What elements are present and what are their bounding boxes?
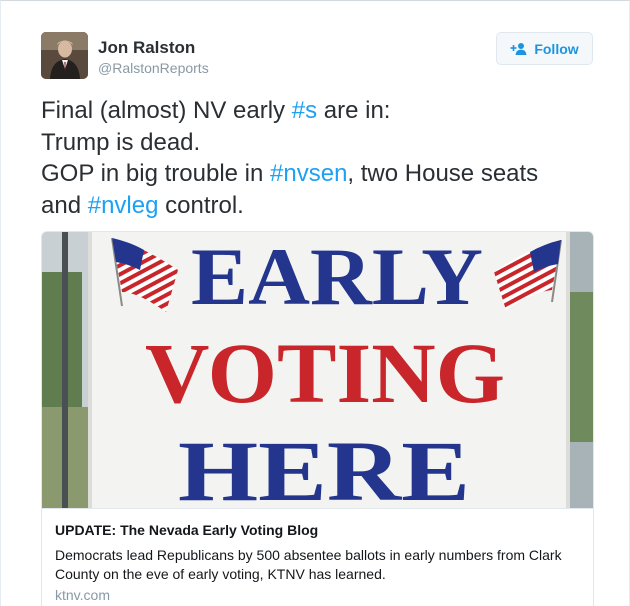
avatar-photo-icon: [41, 32, 88, 79]
hashtag-link[interactable]: #nvsen: [270, 160, 347, 187]
follow-person-plus-icon: [510, 42, 527, 55]
tweet-text-segment: Trump is dead.: [41, 128, 201, 156]
tweet-line-2: Trump is dead.: [41, 127, 601, 159]
follow-button-label: Follow: [534, 40, 579, 57]
tweet-line-3: GOP in big trouble in #nvsen, two House …: [41, 158, 601, 190]
sign-text-voting: VOTING: [145, 325, 505, 421]
follow-button[interactable]: Follow: [496, 32, 593, 65]
tweet-embed: Jon Ralston @RalstonReports Follow Final…: [0, 0, 630, 606]
card-image[interactable]: EARLY VOTING HERE: [42, 232, 593, 508]
card-description: Democrats lead Republicans by 500 absent…: [55, 547, 562, 582]
link-preview-card[interactable]: EARLY VOTING HERE UPDATE: The Nevada Ear…: [41, 231, 594, 606]
tweet-text: Final (almost) NV early #s are in: Trump…: [41, 95, 601, 221]
author-handle[interactable]: @RalstonReports: [98, 60, 209, 76]
hashtag-link[interactable]: #s: [292, 97, 317, 124]
author-name[interactable]: Jon Ralston: [98, 38, 195, 58]
card-title[interactable]: UPDATE: The Nevada Early Voting Blog: [55, 522, 318, 538]
tweet-text-segment: Final (almost) NV early: [41, 97, 292, 124]
hashtag-link[interactable]: #nvleg: [88, 192, 159, 219]
tweet-line-1: Final (almost) NV early #s are in:: [41, 95, 601, 127]
author-avatar[interactable]: [41, 32, 88, 79]
card-body[interactable]: UPDATE: The Nevada Early Voting Blog Dem…: [42, 508, 593, 606]
tweet-text-segment: control.: [158, 191, 244, 219]
tweet-text-segment: GOP in big trouble in: [41, 160, 271, 187]
tweet-text-segment: , two House seats: [347, 160, 539, 187]
tweet-line-4: and #nvleg control.: [41, 190, 601, 222]
sign-text-here: HERE: [178, 423, 470, 508]
tweet-text-segment: and: [41, 191, 88, 219]
card-domain[interactable]: ktnv.com: [55, 587, 110, 603]
sign-text-early: EARLY: [191, 232, 483, 322]
tweet-text-segment: are in:: [317, 97, 391, 124]
early-voting-sign-image: EARLY VOTING HERE: [42, 232, 593, 508]
